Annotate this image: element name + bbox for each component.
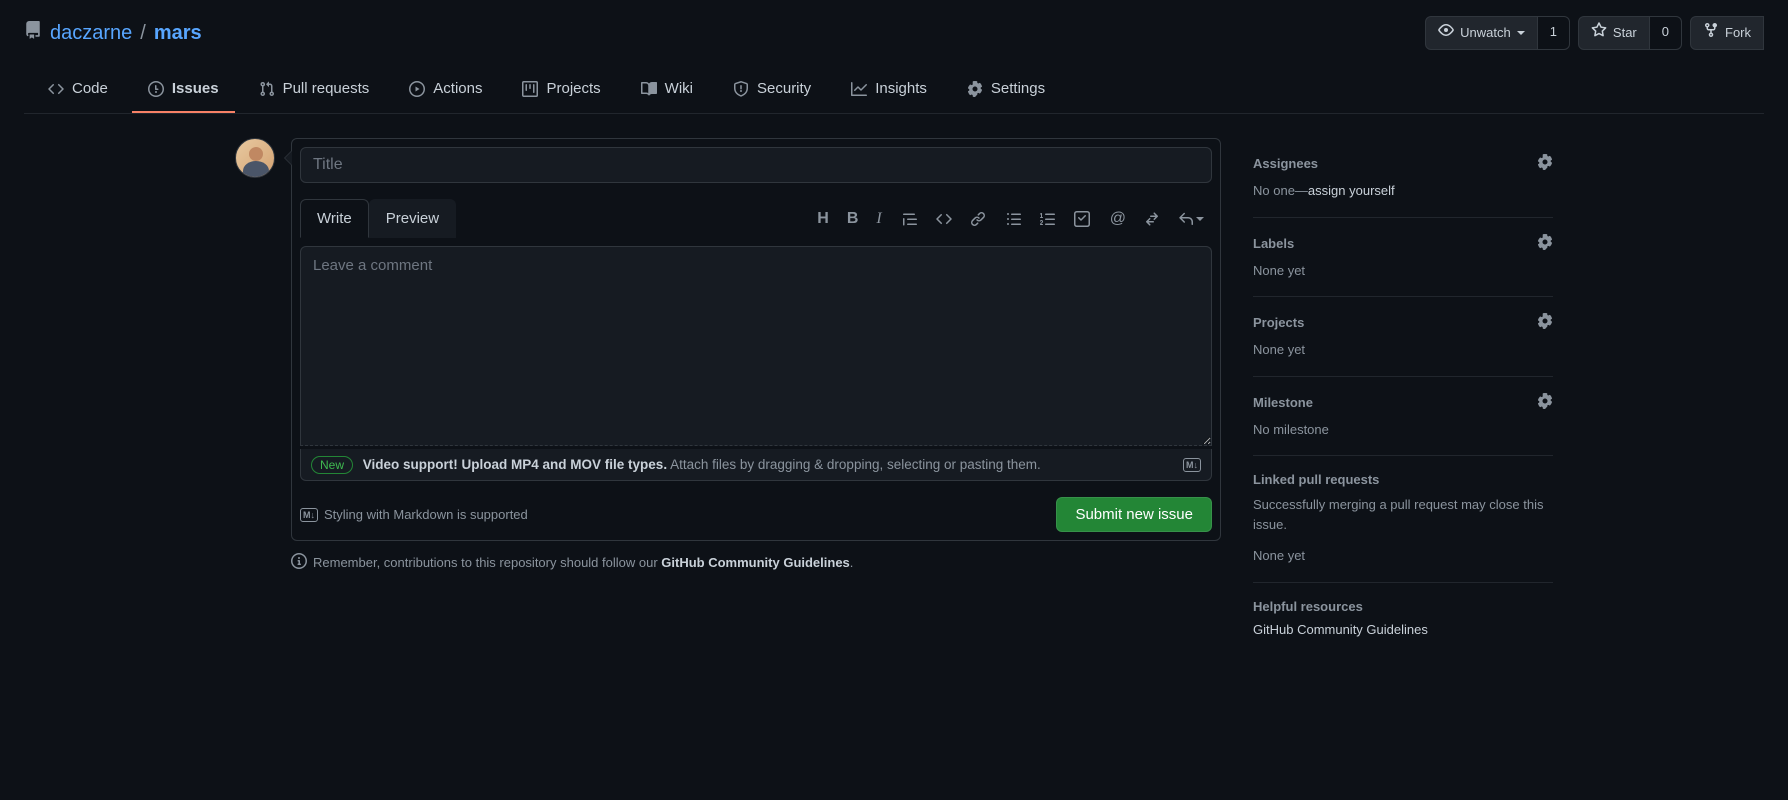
unwatch-group: Unwatch 1 — [1425, 16, 1570, 50]
markdown-icon[interactable]: M↓ — [1183, 458, 1201, 472]
attach-rest-text: Attach files by dragging & dropping, sel… — [667, 457, 1041, 472]
gear-icon[interactable] — [1537, 154, 1553, 173]
assignees-prefix: No one— — [1253, 183, 1308, 198]
assignees-title: Assignees — [1253, 156, 1318, 171]
nav-actions-label: Actions — [433, 80, 482, 97]
list-ol-icon[interactable] — [1040, 211, 1056, 227]
star-button[interactable]: Star — [1578, 16, 1650, 50]
reference-icon[interactable] — [1144, 211, 1160, 227]
nav-insights[interactable]: Insights — [835, 70, 943, 113]
nav-projects-label: Projects — [546, 80, 600, 97]
mention-icon[interactable]: @ — [1110, 210, 1126, 228]
repo-nav: Code Issues Pull requests Actions Projec… — [24, 70, 1764, 114]
gear-icon[interactable] — [1537, 234, 1553, 253]
linked-pr-body: None yet — [1253, 546, 1553, 566]
fork-icon — [1703, 22, 1719, 44]
labels-body: None yet — [1253, 261, 1553, 281]
nav-code[interactable]: Code — [32, 70, 124, 113]
new-badge: New — [311, 456, 353, 474]
editor-toolbar: H B I — [817, 210, 1212, 228]
tasklist-icon[interactable] — [1074, 211, 1090, 227]
link-icon[interactable] — [970, 211, 986, 227]
nav-pulls[interactable]: Pull requests — [243, 70, 386, 113]
guideline-link[interactable]: GitHub Community Guidelines — [661, 555, 850, 570]
unwatch-label: Unwatch — [1460, 23, 1511, 43]
linked-pr-desc: Successfully merging a pull request may … — [1253, 495, 1553, 534]
resources-link[interactable]: GitHub Community Guidelines — [1253, 622, 1553, 637]
fork-group: Fork — [1690, 16, 1764, 50]
repo-title: daczarne / mars — [24, 21, 202, 45]
sidebar-projects: Projects None yet — [1253, 297, 1553, 377]
eye-icon — [1438, 22, 1454, 44]
star-count[interactable]: 0 — [1650, 16, 1682, 50]
comment-textarea[interactable] — [300, 246, 1212, 446]
bold-icon[interactable]: B — [847, 210, 859, 228]
md-support-text: Styling with Markdown is supported — [324, 507, 528, 522]
resources-title: Helpful resources — [1253, 599, 1363, 614]
heading-icon[interactable]: H — [817, 210, 829, 228]
caret-down-icon — [1517, 31, 1525, 35]
tab-write[interactable]: Write — [300, 199, 369, 238]
sidebar-resources: Helpful resources GitHub Community Guide… — [1253, 583, 1553, 653]
avatar[interactable] — [235, 138, 275, 178]
gear-icon[interactable] — [1537, 313, 1553, 332]
nav-insights-label: Insights — [875, 80, 927, 97]
star-group: Star 0 — [1578, 16, 1682, 50]
md-support-link[interactable]: M↓ Styling with Markdown is supported — [300, 507, 528, 522]
repo-slash: / — [140, 22, 146, 45]
star-icon — [1591, 22, 1607, 44]
nav-issues[interactable]: Issues — [132, 70, 235, 113]
gear-icon[interactable] — [1537, 393, 1553, 412]
list-ul-icon[interactable] — [1006, 211, 1022, 227]
nav-projects[interactable]: Projects — [506, 70, 616, 113]
fork-button[interactable]: Fork — [1690, 16, 1764, 50]
guideline-note: Remember, contributions to this reposito… — [291, 553, 1221, 572]
title-input[interactable] — [300, 147, 1212, 183]
watch-count[interactable]: 1 — [1538, 16, 1570, 50]
fork-label: Fork — [1725, 23, 1751, 43]
quote-icon[interactable] — [902, 211, 918, 227]
assign-yourself-link[interactable]: assign yourself — [1308, 183, 1395, 198]
nav-issues-label: Issues — [172, 80, 219, 97]
code-icon[interactable] — [936, 211, 952, 227]
info-icon — [291, 553, 307, 572]
nav-security[interactable]: Security — [717, 70, 827, 113]
attach-bar[interactable]: New Video support! Upload MP4 and MOV fi… — [300, 449, 1212, 481]
star-label: Star — [1613, 23, 1637, 43]
markdown-icon: M↓ — [300, 508, 318, 522]
sidebar-labels: Labels None yet — [1253, 218, 1553, 298]
guideline-suffix: . — [850, 555, 854, 570]
nav-wiki[interactable]: Wiki — [625, 70, 709, 113]
tab-preview[interactable]: Preview — [369, 199, 456, 238]
nav-wiki-label: Wiki — [665, 80, 693, 97]
repo-name-link[interactable]: mars — [154, 22, 202, 45]
projects-title: Projects — [1253, 315, 1304, 330]
sidebar-linked-pr: Linked pull requests Successfully mergin… — [1253, 456, 1553, 583]
repo-icon — [24, 21, 42, 45]
nav-actions[interactable]: Actions — [393, 70, 498, 113]
milestone-body: No milestone — [1253, 420, 1553, 440]
nav-settings-label: Settings — [991, 80, 1045, 97]
nav-security-label: Security — [757, 80, 811, 97]
unwatch-button[interactable]: Unwatch — [1425, 16, 1538, 50]
repo-owner-link[interactable]: daczarne — [50, 22, 132, 45]
sidebar-milestone: Milestone No milestone — [1253, 377, 1553, 457]
submit-button[interactable]: Submit new issue — [1056, 497, 1212, 532]
projects-body: None yet — [1253, 340, 1553, 360]
italic-icon[interactable]: I — [876, 210, 881, 228]
caret-down-icon — [1196, 217, 1204, 221]
nav-pulls-label: Pull requests — [283, 80, 370, 97]
linked-pr-title: Linked pull requests — [1253, 472, 1379, 487]
nav-settings[interactable]: Settings — [951, 70, 1061, 113]
attach-bold-text: Video support! Upload MP4 and MOV file t… — [363, 457, 667, 472]
milestone-title: Milestone — [1253, 395, 1313, 410]
issue-form: Write Preview H B I — [291, 138, 1221, 541]
reply-icon[interactable] — [1178, 211, 1204, 227]
sidebar-assignees: Assignees No one—assign yourself — [1253, 138, 1553, 218]
sidebar: Assignees No one—assign yourself Labels … — [1253, 138, 1553, 653]
guideline-prefix: Remember, contributions to this reposito… — [313, 555, 661, 570]
labels-title: Labels — [1253, 236, 1294, 251]
nav-code-label: Code — [72, 80, 108, 97]
